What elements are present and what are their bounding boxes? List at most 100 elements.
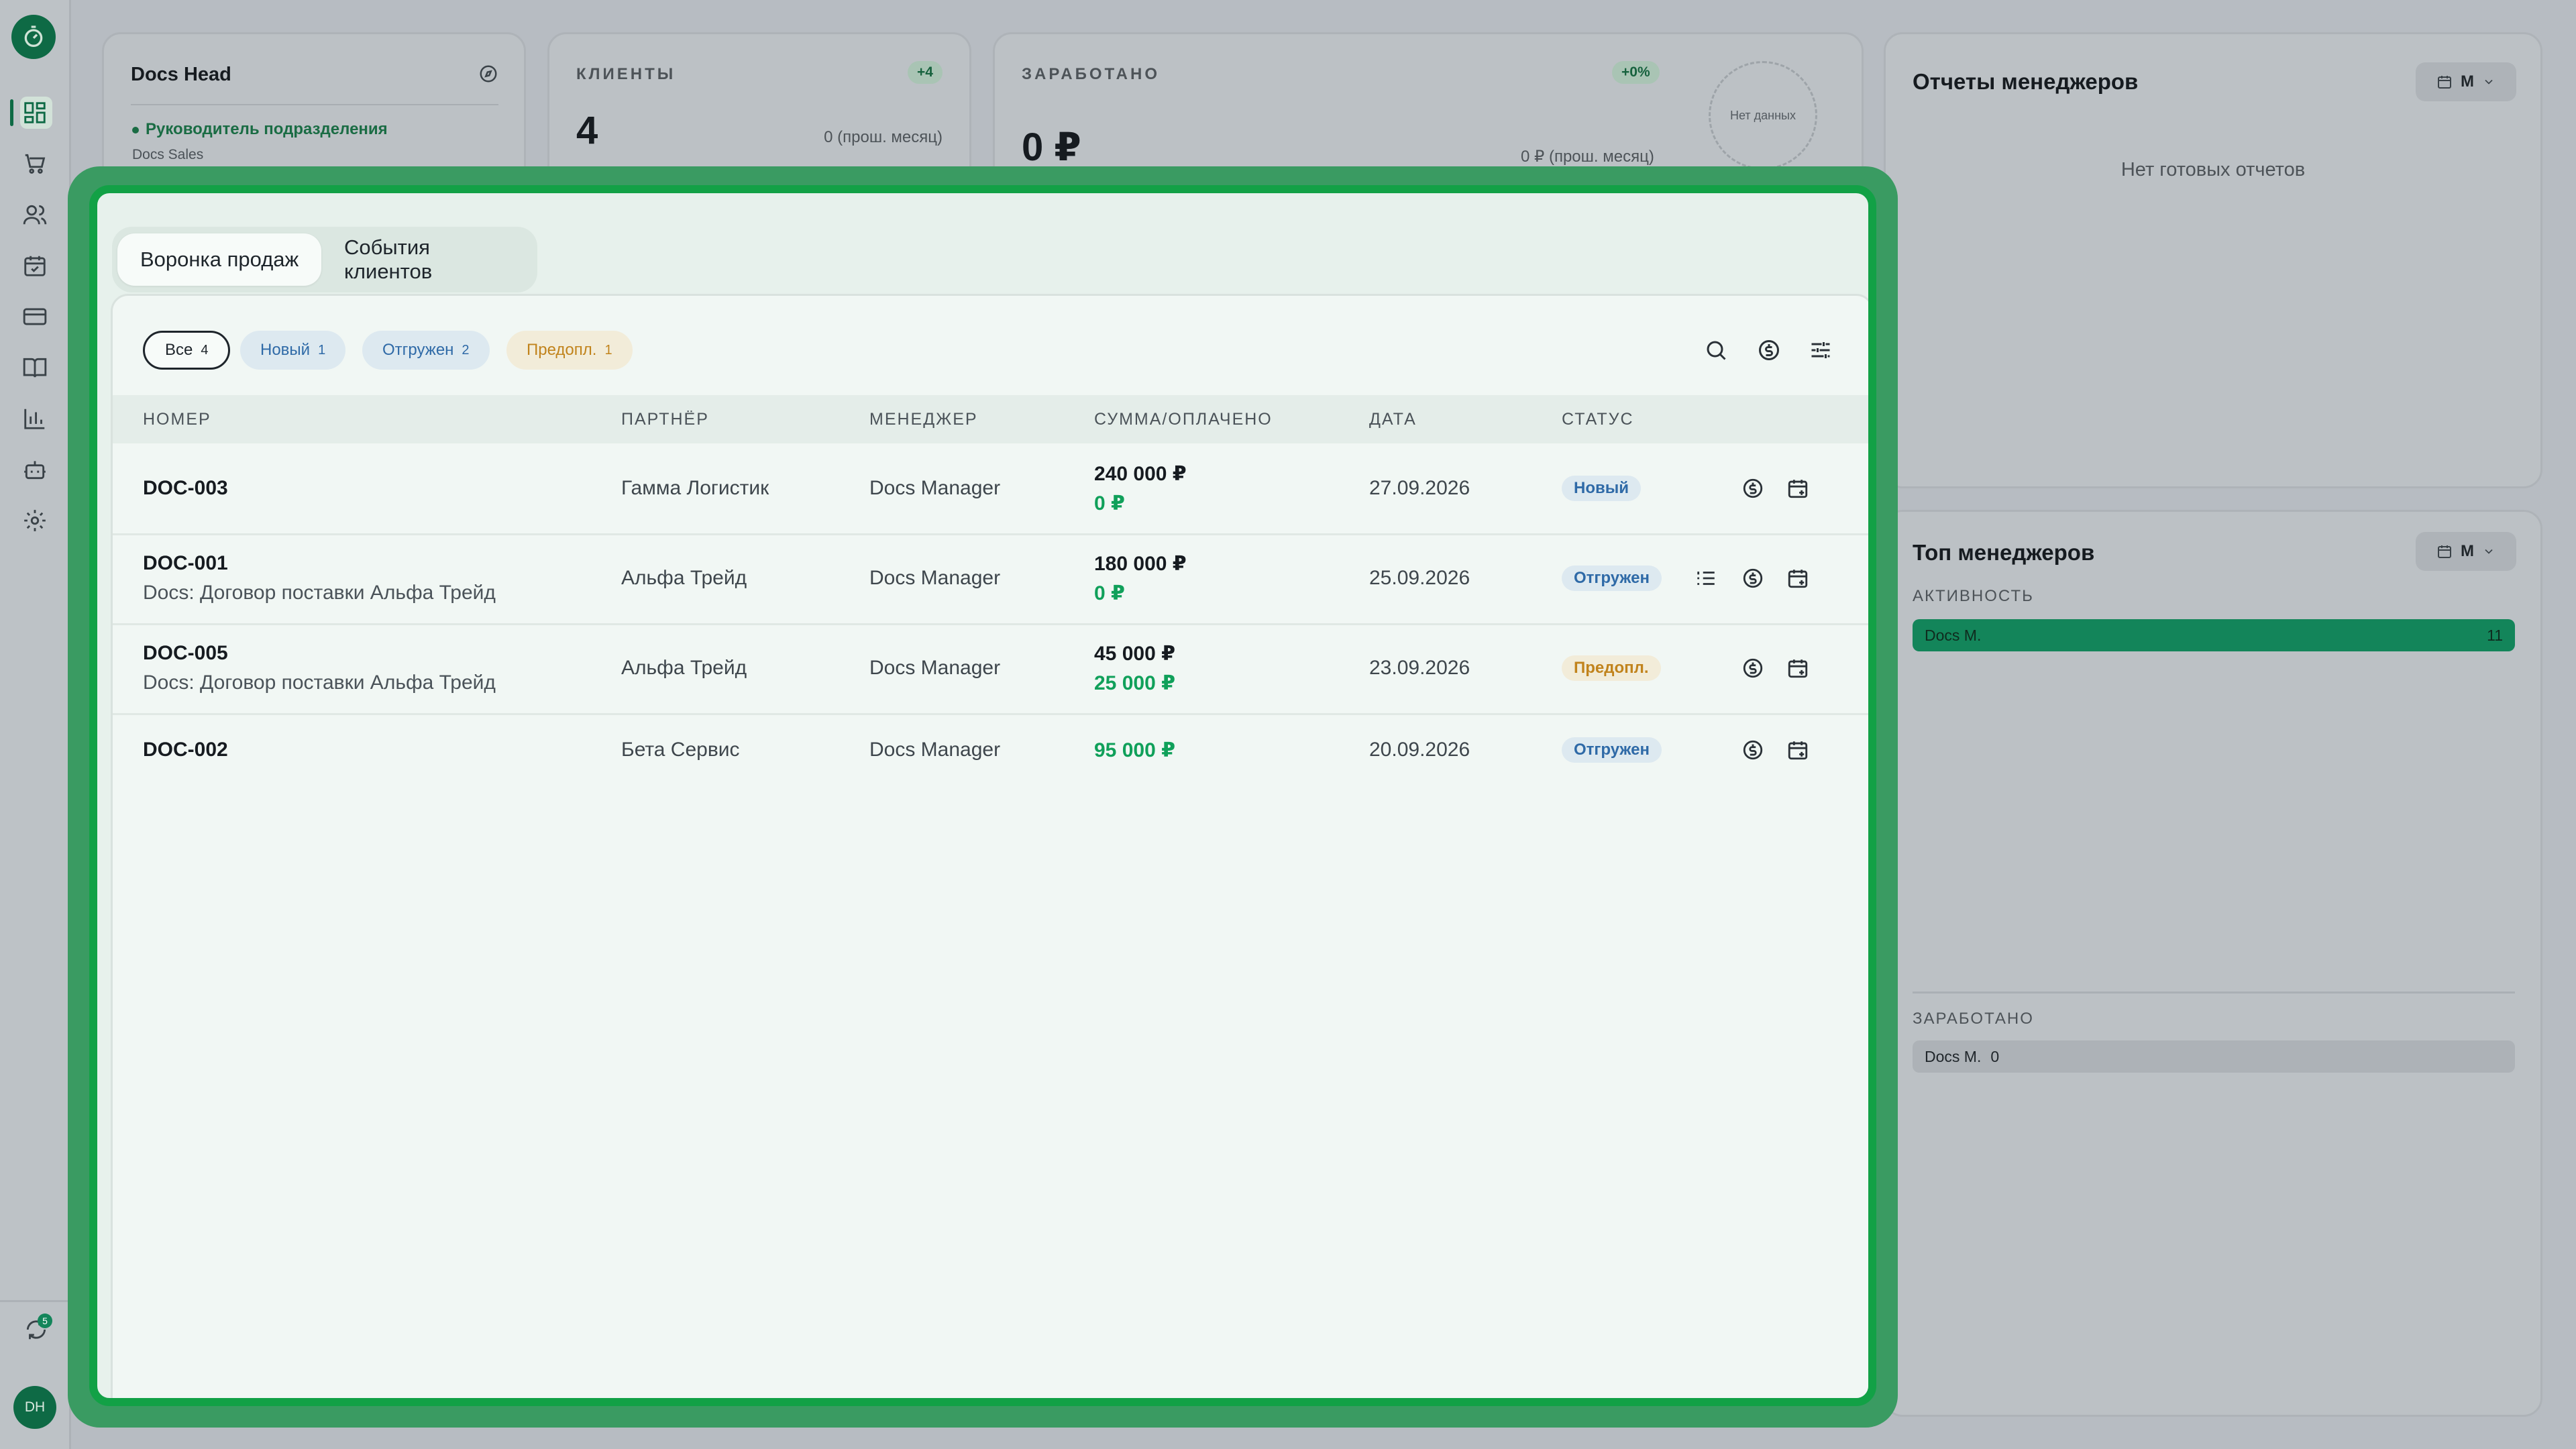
compass-icon[interactable] [478,64,498,84]
sync-badge: 5 [38,1313,52,1328]
currency-icon[interactable] [1739,655,1766,682]
bot-icon[interactable] [20,455,50,484]
filter-settings-icon[interactable] [1807,336,1835,364]
currency-icon[interactable] [1739,737,1766,763]
calendar-add-icon[interactable] [1784,655,1811,682]
deal-sum: 45 000 ₽ [1094,643,1175,665]
currency-icon[interactable] [1739,475,1766,502]
period-value: М [2461,72,2474,91]
col-sum[interactable]: СУММА/ОПЛАЧЕНО [1094,410,1273,429]
earned-label: ЗАРАБОТАНО [1913,1010,2034,1028]
deal-manager: Docs Manager [869,739,1001,761]
kpi-value: 4 [576,109,598,152]
kpi-label: КЛИЕНТЫ [576,65,676,83]
calendar-icon[interactable] [20,251,50,280]
sidebar: 5 DH [0,0,71,1449]
list-icon[interactable] [1693,565,1719,592]
reports-empty: Нет готовых отчетов [2121,159,2306,180]
deal-description: Docs: Договор поставки Альфа Трейд [143,672,496,694]
avatar[interactable]: DH [13,1386,56,1429]
period-select[interactable]: М [2416,532,2516,571]
reports-title: Отчеты менеджеров [1913,69,2139,94]
kpi-previous: 0 ₽ (прош. месяц) [1521,148,1654,166]
filter-label: Новый [260,341,311,359]
deal-sum: 240 000 ₽ [1094,463,1187,485]
deal-number[interactable]: DOC-005 [143,642,228,665]
deal-manager: Docs Manager [869,477,1001,499]
activity-label: АКТИВНОСТЬ [1913,587,2034,605]
filter-count: 4 [201,342,209,358]
calendar-add-icon[interactable] [1784,737,1811,763]
chevron-down-icon [2485,549,2493,554]
card-icon[interactable] [20,302,50,331]
calendar-add-icon[interactable] [1784,565,1811,592]
deal-partner: Альфа Трейд [621,567,747,589]
users-icon[interactable] [20,200,50,229]
deal-manager: Docs Manager [869,567,1001,589]
table-header: НОМЕР ПАРТНЁР МЕНЕДЖЕР СУММА/ОПЛАЧЕНО ДА… [113,395,1868,443]
calendar-icon [2438,76,2451,89]
dashboard-icon[interactable] [20,98,50,127]
deal-paid: 95 000 ₽ [1094,739,1175,761]
divider [131,104,498,105]
status-badge: Новый [1562,476,1641,501]
filter-prepaid[interactable]: Предопл. 1 [506,331,633,370]
calendar-add-icon[interactable] [1784,475,1811,502]
kpi-delta-badge: +4 [908,61,943,84]
timer-logo-icon[interactable] [11,15,56,59]
activity-bar: Docs M. 11 [1913,619,2515,651]
panel-tabs: Воронка продаж События клиентов [112,227,537,292]
col-date[interactable]: ДАТА [1369,410,1417,429]
deal-partner: Бета Сервис [621,739,740,761]
deal-date: 27.09.2026 [1369,477,1470,499]
table-row[interactable]: DOC-001 Docs: Договор поставки Альфа Тре… [113,533,1868,625]
table-row[interactable]: DOC-002 Бета Сервис Docs Manager 95 000 … [113,713,1868,787]
deal-partner: Альфа Трейд [621,657,747,679]
status-badge: Отгружен [1562,566,1662,591]
profile-department: Docs Sales [132,147,204,162]
filter-label: Отгружен [382,341,454,359]
gear-icon[interactable] [20,506,50,535]
filter-shipped[interactable]: Отгружен 2 [362,331,490,370]
deal-number[interactable]: DOC-001 [143,552,228,575]
col-status[interactable]: СТАТУС [1562,410,1634,429]
kpi-label: ЗАРАБОТАНО [1022,65,1160,83]
search-icon[interactable] [1702,336,1730,364]
filter-label: Все [165,341,193,359]
manager-name: Docs M. [1925,1047,1982,1065]
chevron-down-icon [2485,79,2493,85]
filter-all[interactable]: Все 4 [143,331,231,370]
activity-value: 11 [2487,626,2503,644]
filter-new[interactable]: Новый 1 [240,331,346,370]
currency-icon[interactable] [1755,336,1783,364]
deal-number[interactable]: DOC-003 [143,477,228,500]
period-value: М [2461,542,2474,560]
earned-bar: Docs M. 0 [1913,1040,2515,1073]
deal-manager: Docs Manager [869,657,1001,679]
col-number[interactable]: НОМЕР [143,410,211,429]
cart-icon[interactable] [20,149,50,178]
table-row[interactable]: DOC-003 Гамма Логистик Docs Manager 240 … [113,443,1868,535]
deals-table-card: Все 4 Новый 1 Отгружен 2 Предопл. 1 НОМЕ… [111,294,1868,1398]
profile-role: Руководитель подразделения [132,120,388,139]
currency-icon[interactable] [1739,565,1766,592]
status-badge: Отгружен [1562,737,1662,763]
col-partner[interactable]: ПАРТНЁР [621,410,709,429]
deal-paid: 25 000 ₽ [1094,672,1175,694]
book-icon[interactable] [20,353,50,382]
tab-client-events[interactable]: События клиентов [321,233,537,286]
chart-icon[interactable] [20,404,50,433]
deal-partner: Гамма Логистик [621,477,769,499]
divider [1913,991,2515,994]
manager-name: Docs M. [1925,626,1982,644]
table-row[interactable]: DOC-005 Docs: Договор поставки Альфа Тре… [113,623,1868,715]
kpi-delta-badge: +0% [1612,61,1660,84]
period-select[interactable]: М [2416,62,2516,101]
col-manager[interactable]: МЕНЕДЖЕР [869,410,978,429]
deal-number[interactable]: DOC-002 [143,739,228,761]
kpi-value: 0 ₽ [1022,125,1081,169]
sidebar-separator [0,1300,69,1302]
tab-sales-funnel[interactable]: Воронка продаж [117,233,322,286]
status-badge: Предопл. [1562,655,1661,681]
filter-count: 1 [318,342,326,358]
